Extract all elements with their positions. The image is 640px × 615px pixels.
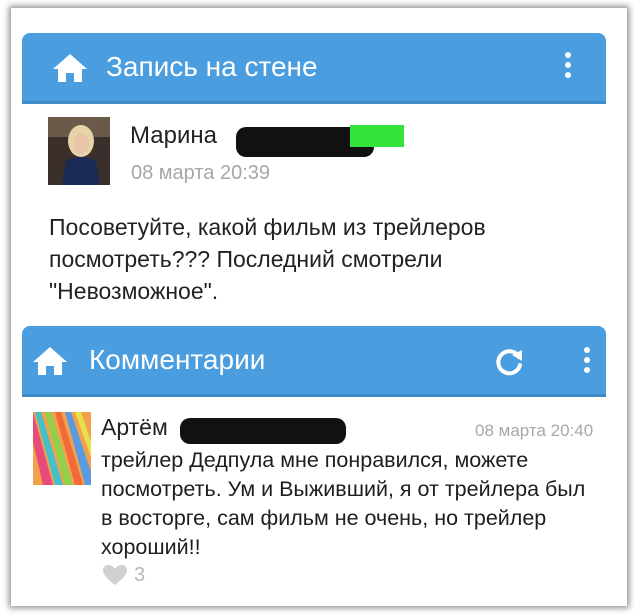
post-text: Посоветуйте, какой фильм из трейлеров по… — [49, 214, 486, 304]
redaction-mark — [180, 418, 346, 444]
home-icon[interactable] — [32, 346, 68, 376]
post-author-name[interactable]: Марина — [130, 122, 217, 150]
highlight-mark — [350, 125, 404, 147]
post-header-bar: Запись на стене — [22, 33, 606, 104]
post-date: 08 марта 20:39 — [131, 162, 271, 184]
avatar[interactable] — [48, 117, 110, 185]
comments-title: Комментарии — [89, 344, 266, 375]
kebab-menu-icon[interactable] — [584, 347, 590, 377]
comment-author-name[interactable]: Артём — [101, 413, 168, 441]
comment-text: трейлер Дедпула мне понравился, можете п… — [101, 448, 586, 559]
page-title: Запись на стене — [106, 51, 318, 82]
home-icon[interactable] — [52, 53, 88, 83]
kebab-menu-icon[interactable] — [565, 52, 571, 82]
heart-icon[interactable] — [102, 564, 128, 586]
comments-header-bar: Комментарии — [22, 326, 606, 397]
like-count: 3 — [134, 564, 146, 586]
refresh-icon[interactable] — [493, 346, 525, 378]
avatar[interactable] — [33, 412, 91, 485]
comment-date: 08 марта 20:40 — [475, 421, 594, 440]
